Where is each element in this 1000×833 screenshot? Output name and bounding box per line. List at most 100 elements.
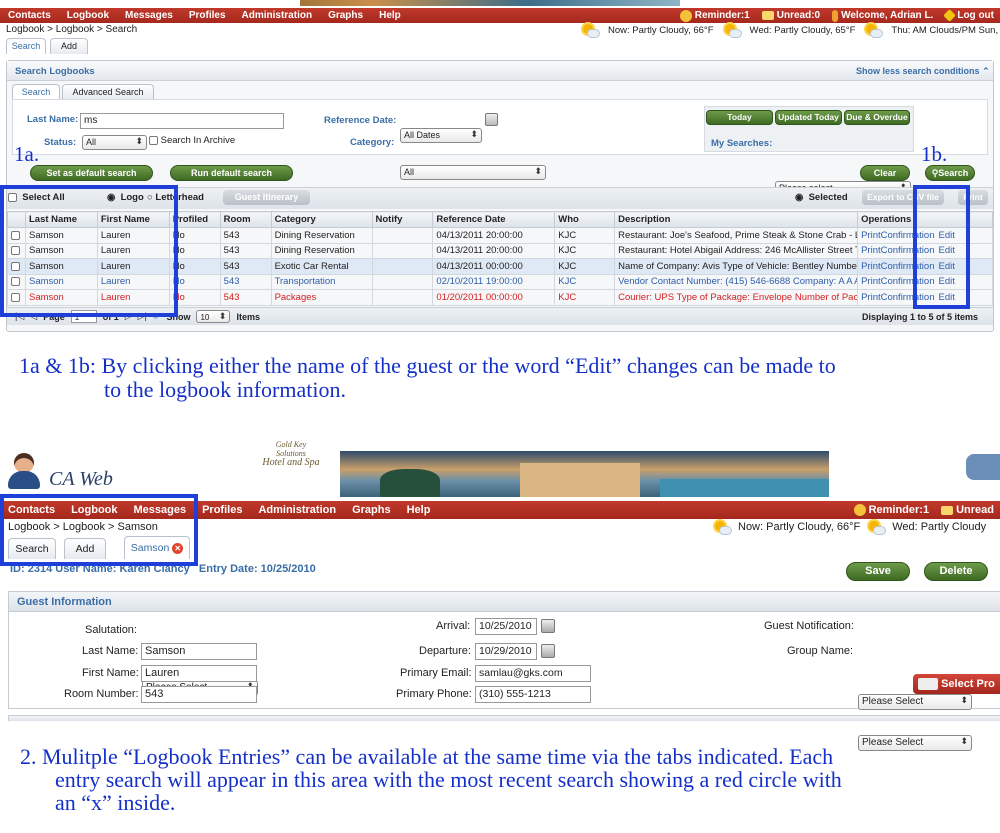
guest-itinerary-button[interactable]: Guest Itinerary [223, 190, 310, 205]
avatar-icon [14, 453, 34, 473]
logout-icon [943, 9, 957, 22]
due-overdue-button[interactable]: Due & Overdue [844, 110, 910, 125]
calendar-icon[interactable] [485, 113, 498, 126]
top-tab-search[interactable]: Search [6, 38, 46, 54]
col-notify[interactable]: Notify [371, 211, 434, 228]
bottom-weather: Now: Partly Cloudy, 66°F Wed: Partly Clo… [714, 520, 986, 535]
checkbox-icon [149, 135, 158, 145]
save-button[interactable]: Save [846, 562, 910, 581]
nav-contacts[interactable]: Contacts [0, 10, 59, 21]
page-size-select[interactable]: 10 [196, 310, 231, 323]
nav-graphs[interactable]: Graphs [320, 10, 371, 21]
select-profile-button[interactable]: Select Pro [913, 674, 1000, 694]
delete-button[interactable]: Delete [924, 562, 988, 581]
nav-profiles[interactable]: Profiles [194, 504, 250, 516]
top-hotel-logo-text [220, 0, 300, 6]
col-reference-date[interactable]: Reference Date [432, 211, 556, 228]
first-name-field[interactable]: Lauren [141, 665, 257, 682]
clear-button[interactable]: Clear [860, 165, 910, 181]
category-select[interactable]: All [400, 165, 546, 180]
arrival-field[interactable]: 10/25/2010 [475, 618, 537, 635]
panel-title: Search Logbooks [15, 66, 95, 77]
nav-profiles[interactable]: Profiles [181, 10, 234, 21]
room-cell: 543 [219, 242, 272, 259]
room-cell: 543 [219, 227, 272, 244]
room-number-field[interactable]: 543 [141, 686, 257, 703]
unread-link[interactable]: Unread [935, 504, 1000, 516]
last-name-label: Last Name: [82, 645, 139, 657]
hotel-banner-image [340, 451, 829, 497]
reference-date-cell: 04/13/2011 20:00:00 [432, 242, 556, 259]
who-cell: KJC [554, 289, 616, 306]
group-name-select[interactable]: Please Select [858, 735, 972, 751]
category-label: Category: [350, 137, 395, 148]
top-navbar: Contacts Logbook Messages Profiles Admin… [0, 8, 1000, 23]
alarm-clock-icon [679, 9, 692, 22]
reminder-link[interactable]: Reminder:1 [674, 9, 756, 22]
show-less-link[interactable]: Show less search conditions ⌃ [856, 66, 990, 77]
app-name: CA Web [49, 468, 113, 490]
nav-help[interactable]: Help [371, 10, 409, 21]
ref-date-label: Reference Date: [324, 115, 397, 126]
guest-info-header [9, 592, 1000, 612]
app-logo [8, 451, 40, 491]
nav-logbook[interactable]: Logbook [59, 10, 117, 21]
annotation-text-2: 2. Mulitple “Logbook Entries” can be ava… [20, 744, 842, 815]
email-field[interactable]: samlau@gks.com [475, 665, 591, 682]
updated-today-button[interactable]: Updated Today [775, 110, 842, 125]
col-room[interactable]: Room [219, 211, 272, 228]
phone-label: Primary Phone: [396, 688, 472, 700]
notify-cell [371, 227, 434, 244]
reference-date-cell: 04/13/2011 20:00:00 [432, 227, 556, 244]
reference-date-cell: 01/20/2011 00:00:00 [432, 289, 556, 306]
logout-link[interactable]: Log out [939, 9, 1000, 22]
partly-cloudy-icon [724, 23, 742, 38]
nav-help[interactable]: Help [399, 504, 439, 516]
search-archive-checkbox[interactable]: Search In Archive [149, 135, 235, 146]
hotel-logo: Gold Key Solutions Hotel and Spa [262, 440, 320, 468]
next-section-header [8, 715, 1000, 721]
notify-cell [371, 289, 434, 306]
run-default-search-button[interactable]: Run default search [170, 165, 293, 181]
col-who[interactable]: Who [554, 211, 616, 228]
unread-link[interactable]: Unread:0 [756, 10, 826, 21]
displaying-text: Displaying 1 to 5 of 5 items [861, 311, 978, 322]
profile-card-icon [918, 678, 938, 691]
my-searches-label: My Searches: [711, 138, 773, 149]
phone-field[interactable]: (310) 555-1213 [475, 686, 591, 703]
subtab-search[interactable]: Search [12, 84, 60, 99]
top-tab-add[interactable]: Add [50, 38, 88, 54]
arrival-calendar-icon[interactable] [541, 619, 555, 633]
notify-cell [371, 242, 434, 259]
who-cell: KJC [554, 242, 616, 259]
last-name-field[interactable]: Samson [141, 643, 257, 660]
reference-date-cell: 04/13/2011 00:00:00 [432, 258, 556, 275]
guest-notification-select[interactable]: Please Select [858, 694, 972, 710]
status-select[interactable]: All [82, 135, 147, 150]
category-cell: Exotic Car Rental [270, 258, 373, 275]
radio-selected-icon: ◉ [795, 192, 804, 203]
welcome-text: Welcome, Adrian L. [826, 9, 939, 22]
room-cell: 543 [219, 258, 272, 275]
selected-radio[interactable]: ◉ Selected [795, 192, 848, 203]
subtab-advanced-search[interactable]: Advanced Search [62, 84, 154, 99]
set-default-search-button[interactable]: Set as default search [30, 165, 153, 181]
last-name-input[interactable]: ms [80, 113, 284, 129]
reminder-link[interactable]: Reminder:1 [848, 504, 936, 516]
col-description[interactable]: Description [614, 211, 859, 228]
first-name-label: First Name: [82, 667, 139, 679]
today-button[interactable]: Today [706, 110, 773, 125]
nav-graphs[interactable]: Graphs [344, 504, 399, 516]
departure-calendar-icon[interactable] [541, 644, 555, 658]
description-cell: Courier: UPS Type of Package: Envelope N… [614, 289, 859, 306]
col-category[interactable]: Category [270, 211, 373, 228]
ref-date-select[interactable]: All Dates [400, 128, 482, 143]
entry-date: Entry Date: 10/25/2010 [198, 563, 316, 575]
nav-messages[interactable]: Messages [117, 10, 181, 21]
departure-field[interactable]: 10/29/2010 [475, 643, 537, 660]
search-button[interactable]: ⚲Search [925, 165, 975, 181]
help-chat-icon[interactable] [966, 454, 1000, 480]
nav-administration[interactable]: Administration [234, 10, 321, 21]
highlight-box-2 [0, 494, 198, 566]
nav-administration[interactable]: Administration [250, 504, 344, 516]
